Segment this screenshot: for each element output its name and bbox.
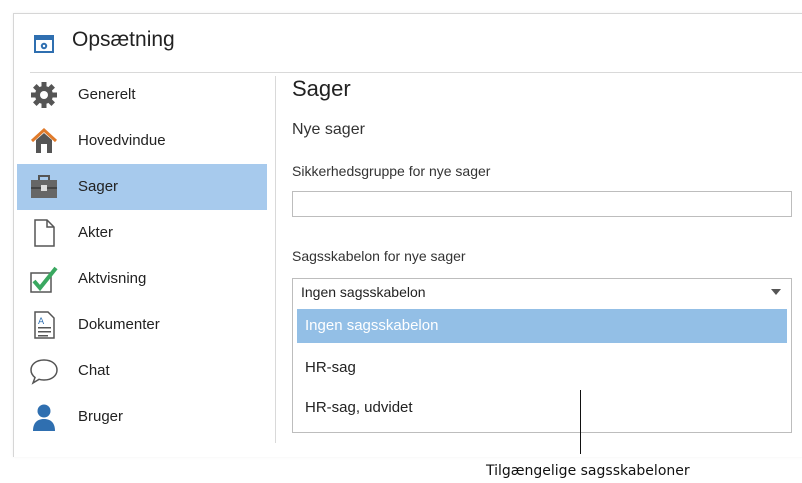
template-combobox-value: Ingen sagsskabelon xyxy=(301,284,426,300)
sidebar-item-generelt[interactable]: Generelt xyxy=(17,72,267,118)
security-group-label: Sikkerhedsgruppe for nye sager xyxy=(292,163,491,179)
option-label: HR-sag xyxy=(305,359,356,376)
title-bar: Opsætning xyxy=(14,14,802,72)
sidebar-item-label: Bruger xyxy=(78,408,124,425)
chevron-down-icon xyxy=(771,289,781,295)
template-option-hr-sag[interactable]: HR-sag xyxy=(297,351,787,385)
home-icon xyxy=(30,127,58,153)
panel-divider xyxy=(275,76,276,443)
document-icon xyxy=(34,219,55,247)
sidebar-item-aktvisning[interactable]: Aktvisning xyxy=(17,256,267,302)
svg-text:A: A xyxy=(38,317,45,327)
security-group-input[interactable] xyxy=(292,191,792,217)
sidebar-item-label: Aktvisning xyxy=(78,270,147,287)
checkmark-icon xyxy=(30,266,58,293)
sidebar-item-chat[interactable]: Chat xyxy=(17,348,267,394)
settings-window-icon xyxy=(34,35,54,53)
template-label: Sagsskabelon for nye sager xyxy=(292,248,466,264)
sidebar-item-akter[interactable]: Akter xyxy=(17,210,267,256)
sidebar-item-label: Chat xyxy=(78,362,110,379)
sidebar-item-sager[interactable]: Sager xyxy=(17,164,267,210)
template-dropdown-list: Ingen sagsskabelon HR-sag HR-sag, udvide… xyxy=(292,305,792,433)
template-option-hr-sag-udvidet[interactable]: HR-sag, udvidet xyxy=(297,391,787,425)
callout-line xyxy=(580,390,581,454)
sidebar-item-label: Hovedvindue xyxy=(78,132,166,149)
sidebar-item-label: Generelt xyxy=(78,86,136,103)
chat-bubble-icon xyxy=(30,359,58,385)
template-combobox[interactable]: Ingen sagsskabelon xyxy=(292,278,792,306)
sidebar-item-dokumenter[interactable]: A Dokumenter xyxy=(17,302,267,348)
option-label: Ingen sagsskabelon xyxy=(305,317,439,334)
sidebar-item-label: Akter xyxy=(78,224,114,241)
user-icon xyxy=(33,404,55,431)
sidebar: Generelt Hovedvindue Sager Akter Aktvisn… xyxy=(17,72,267,440)
sidebar-item-label: Sager xyxy=(78,178,119,195)
sidebar-item-label: Dokumenter xyxy=(78,316,160,333)
briefcase-icon xyxy=(31,175,57,198)
template-option-ingen[interactable]: Ingen sagsskabelon xyxy=(297,309,787,343)
text-document-icon: A xyxy=(34,311,55,339)
sidebar-item-bruger[interactable]: Bruger xyxy=(17,394,267,440)
sidebar-item-hovedvindue[interactable]: Hovedvindue xyxy=(17,118,267,164)
callout-annotation: Tilgængelige sagsskabeloner xyxy=(486,463,690,479)
window-title: Opsætning xyxy=(72,28,175,51)
option-label: HR-sag, udvidet xyxy=(305,399,413,416)
page-title: Sager xyxy=(292,76,351,101)
gear-icon xyxy=(31,82,57,108)
section-title: Nye sager xyxy=(292,121,365,138)
